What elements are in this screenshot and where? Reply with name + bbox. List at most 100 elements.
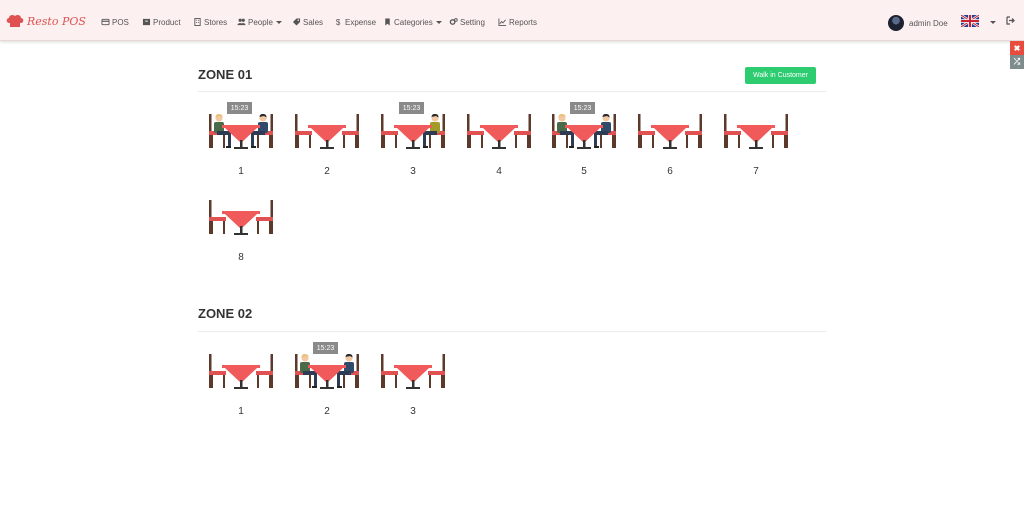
table-top: [651, 125, 689, 149]
brand-logo[interactable]: Resto POS: [6, 11, 86, 31]
nav-label: Categories: [394, 17, 433, 27]
table-number: 4: [496, 166, 502, 177]
nav-label: Stores: [204, 17, 228, 27]
chair-left: [381, 114, 398, 148]
walk-in-customer-button[interactable]: Walk in Customer: [745, 67, 816, 84]
dining-table-icon: [638, 114, 702, 149]
table-time-badge: 15:23: [227, 102, 252, 114]
table-time-badge: 15:23: [313, 342, 338, 354]
table-top: [394, 125, 432, 149]
top-navbar: Resto POS POS Product Stores People Sales $ Ex…: [0, 0, 1024, 41]
nav-label: Setting: [460, 17, 485, 27]
credit-card-icon: [101, 18, 110, 26]
svg-text:$: $: [336, 18, 341, 26]
dining-table-icon: [209, 354, 273, 389]
chair-left: [295, 114, 312, 148]
chair-right: [342, 114, 359, 148]
nav-label: Expense: [345, 17, 377, 27]
table-3[interactable]: 15:23 3: [377, 102, 449, 186]
brand-name: Resto POS: [27, 14, 86, 28]
table-number: 2: [324, 406, 330, 417]
table-1[interactable]: 1: [205, 342, 277, 426]
shuffle-icon[interactable]: ⤮: [1010, 55, 1024, 69]
bookmark-icon: [385, 18, 390, 26]
chef-hat-icon: [6, 14, 24, 27]
chevron-down-icon: [275, 20, 282, 24]
table-5[interactable]: 15:23 5: [548, 102, 620, 186]
table-2[interactable]: 15:23 2: [291, 342, 363, 426]
table-number: 3: [410, 166, 416, 177]
table-number: 3: [410, 406, 416, 417]
table-top: [394, 365, 432, 389]
table-8[interactable]: 8: [205, 188, 277, 272]
table-time-badge: 15:23: [570, 102, 595, 114]
nav-stores[interactable]: Stores: [193, 15, 227, 29]
zone-title: ZONE 02: [198, 306, 253, 321]
table-top: [480, 125, 518, 149]
user-menu[interactable]: admin Doe: [888, 15, 948, 31]
building-icon: [194, 18, 201, 26]
dining-table-icon: [381, 114, 445, 149]
dining-table-icon: [209, 200, 273, 235]
zone-divider: [198, 91, 826, 92]
nav-setting[interactable]: Setting: [449, 15, 485, 29]
cogs-icon: [449, 18, 458, 25]
chair-left: [724, 114, 741, 148]
table-number: 8: [238, 252, 244, 263]
table-number: 7: [753, 166, 759, 177]
zone-title: ZONE 01: [198, 67, 253, 82]
table-top: [222, 125, 260, 149]
table-top: [308, 365, 346, 389]
table-number: 6: [667, 166, 673, 177]
users-icon: [237, 18, 246, 26]
table-4[interactable]: 4: [463, 102, 535, 186]
dollar-icon: $: [336, 18, 341, 26]
avatar: [888, 15, 904, 31]
nav-product[interactable]: Product: [142, 15, 181, 29]
dining-table-icon: [552, 114, 616, 149]
user-name: admin Doe: [909, 18, 948, 28]
logout-icon[interactable]: [1006, 16, 1015, 25]
table-1[interactable]: 15:23 1: [205, 102, 277, 186]
dining-table-icon: [467, 114, 531, 149]
nav-label: Sales: [303, 17, 324, 27]
chair-left: [467, 114, 484, 148]
close-side-icon[interactable]: ✖: [1010, 41, 1024, 55]
chair-left: [209, 354, 226, 388]
language-caret-icon[interactable]: [990, 21, 996, 24]
nav-categories[interactable]: Categories: [383, 15, 442, 29]
nav-sales[interactable]: Sales: [292, 15, 323, 29]
chair-right: [514, 114, 531, 148]
dining-table-icon: [724, 114, 788, 149]
chair-left: [638, 114, 655, 148]
archive-icon: [142, 18, 151, 26]
dining-table-icon: [295, 354, 359, 389]
chart-icon: [498, 18, 507, 26]
chair-right: [428, 354, 445, 388]
dining-table-icon: [209, 114, 273, 149]
nav-pos[interactable]: POS: [101, 15, 129, 29]
nav-label: Product: [153, 17, 181, 27]
chair-left: [209, 200, 226, 234]
chair-right: [685, 114, 702, 148]
nav-reports[interactable]: Reports: [498, 15, 537, 29]
chair-right: [256, 354, 273, 388]
table-number: 1: [238, 406, 244, 417]
chair-left: [381, 354, 398, 388]
nav-label: Reports: [509, 17, 538, 27]
table-top: [565, 125, 603, 149]
table-2[interactable]: 2: [291, 102, 363, 186]
nav-label: POS: [112, 17, 129, 27]
dining-table-icon: [295, 114, 359, 149]
table-top: [308, 125, 346, 149]
nav-people[interactable]: People: [237, 15, 282, 29]
table-3[interactable]: 3: [377, 342, 449, 426]
table-number: 2: [324, 166, 330, 177]
tag-icon: [292, 18, 301, 26]
nav-expense[interactable]: $ Expense: [334, 15, 376, 29]
table-7[interactable]: 7: [720, 102, 792, 186]
uk-flag-icon[interactable]: [961, 15, 979, 27]
chair-right: [256, 200, 273, 234]
dining-table-icon: [381, 354, 445, 389]
table-6[interactable]: 6: [634, 102, 706, 186]
